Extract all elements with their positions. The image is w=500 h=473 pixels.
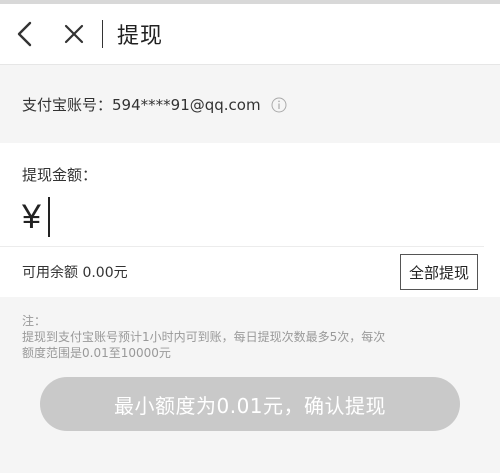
notes: 注： 提现到支付宝账号预计1小时内可到账，每日提现次数最多5次，每次 额度范围是… <box>0 297 500 369</box>
chevron-left-icon <box>17 21 32 47</box>
nav-divider <box>102 20 103 48</box>
close-button[interactable] <box>54 14 94 54</box>
back-button[interactable] <box>5 14 45 54</box>
notes-line-1: 提现到支付宝账号预计1小时内可到账，每日提现次数最多5次，每次 <box>22 330 386 344</box>
confirm-withdraw-button[interactable]: 最小额度为0.01元，确认提现 <box>40 377 460 431</box>
text-caret <box>47 196 50 237</box>
notes-line-2: 额度范围是0.01至10000元 <box>22 346 171 360</box>
amount-input[interactable]: ¥ <box>0 187 484 247</box>
account-row: 支付宝账号： 594****91@qq.com <box>0 77 500 132</box>
navigation-bar: 提现 <box>0 4 500 65</box>
account-value: 594****91@qq.com <box>112 95 261 114</box>
amount-card: 提现金额： ¥ 可用余额 0.00元 全部提现 <box>0 143 500 297</box>
currency-symbol: ¥ <box>22 197 41 236</box>
info-icon[interactable] <box>271 97 287 113</box>
withdraw-all-button[interactable]: 全部提现 <box>399 254 478 290</box>
notes-title: 注： <box>22 314 47 328</box>
balance-row: 可用余额 0.00元 全部提现 <box>0 247 500 297</box>
amount-label: 提现金额： <box>22 166 98 184</box>
close-icon <box>64 24 84 44</box>
page-title: 提现 <box>117 24 164 49</box>
account-label: 支付宝账号： <box>22 96 113 114</box>
available-balance: 可用余额 0.00元 <box>22 265 128 281</box>
